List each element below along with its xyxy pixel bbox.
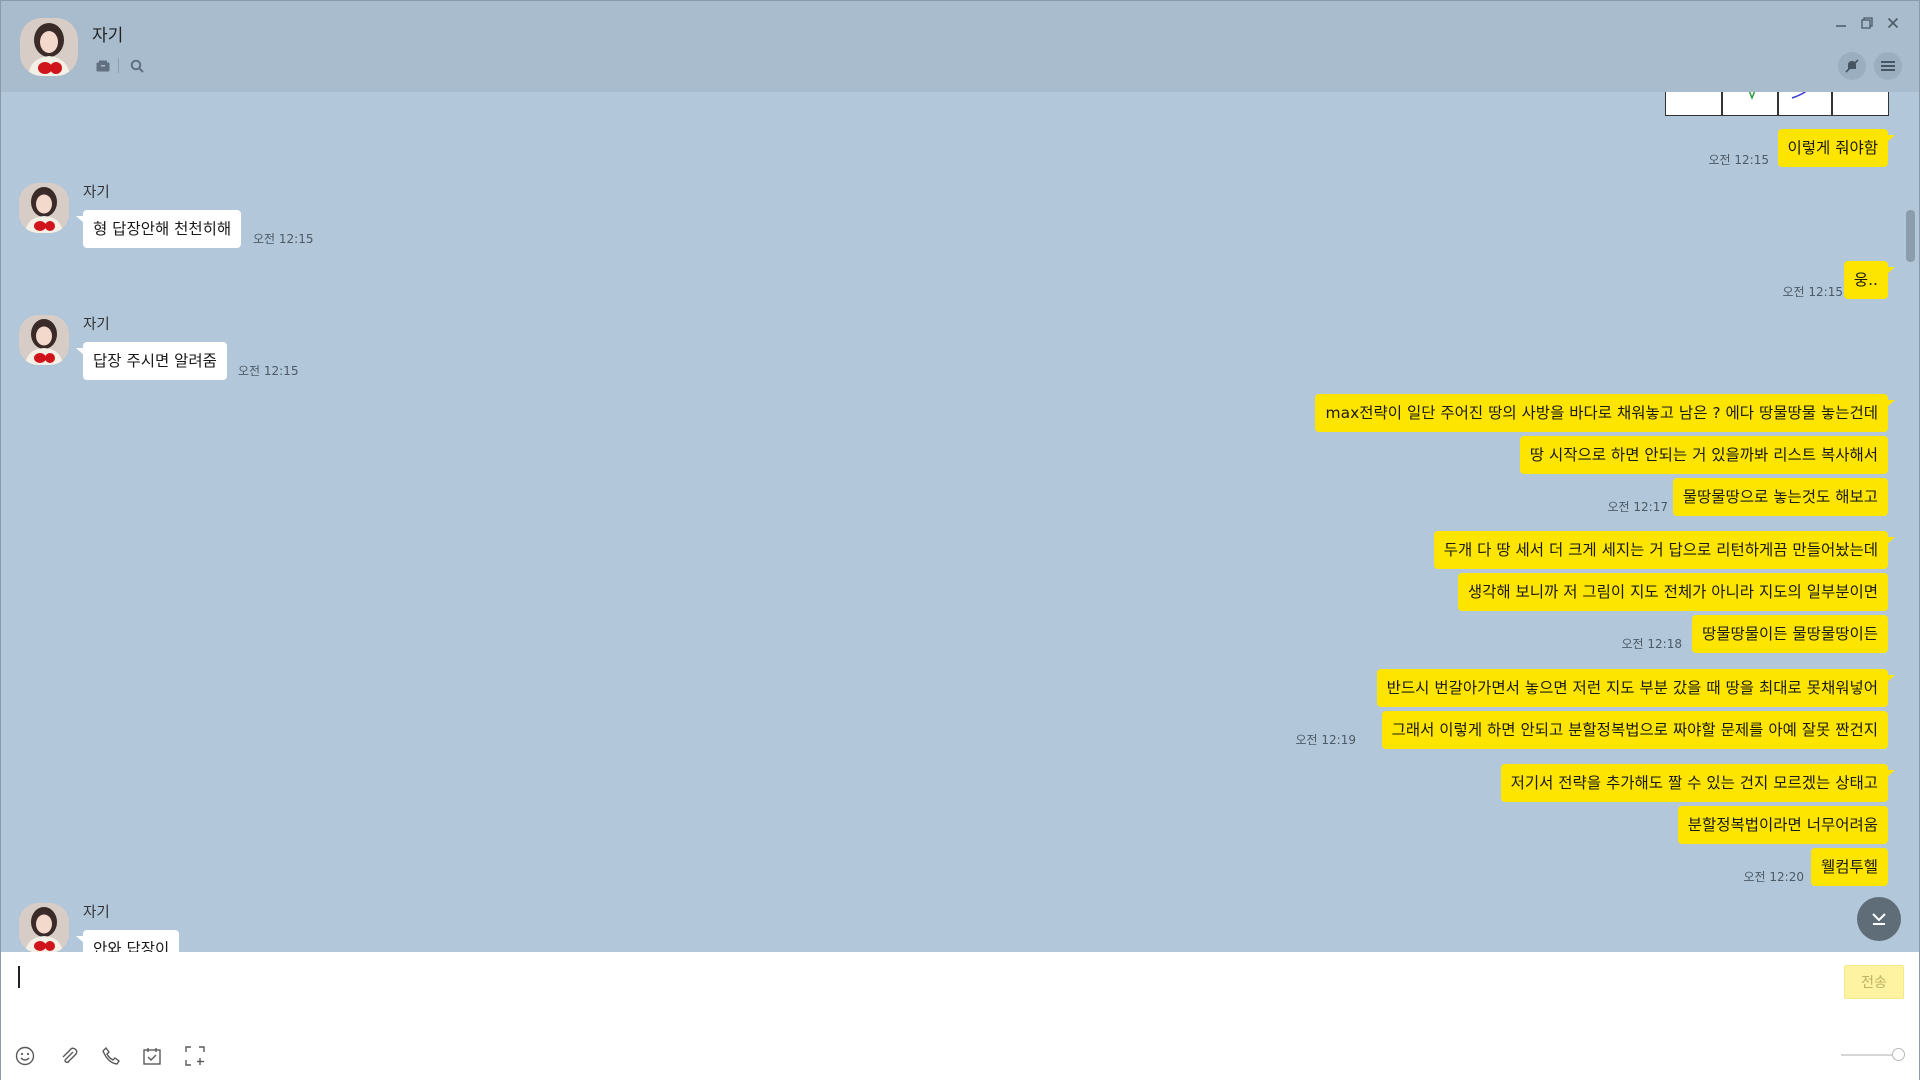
chat-header: 자기 <box>1 1 1919 92</box>
restore-icon[interactable] <box>1857 13 1877 33</box>
my-message[interactable]: 반드시 번갈아가면서 놓으면 저런 지도 부분 갔을 때 땅을 최대로 못채워넣… <box>1376 669 1896 707</box>
sender-name: 자기 <box>83 317 110 333</box>
menu-icon[interactable] <box>1874 52 1902 80</box>
sender-avatar[interactable] <box>19 183 69 233</box>
close-icon[interactable] <box>1883 13 1903 33</box>
screen-capture-icon[interactable] <box>183 1044 207 1068</box>
my-message[interactable]: 그래서 이렇게 하면 안되고 분할정복법으로 짜야할 문제를 아예 잘못 짠건지 <box>1381 711 1888 749</box>
emoticon-icon[interactable] <box>13 1044 37 1068</box>
their-message[interactable]: 안와 답장이 <box>75 930 180 952</box>
text-cursor <box>18 966 20 988</box>
my-message[interactable]: 땅 시작으로 하면 안되는 거 있을까봐 리스트 복사해서 <box>1519 436 1888 474</box>
my-message[interactable]: 두개 다 땅 세서 더 크게 세지는 거 답으로 리턴하게끔 만들어놨는데 <box>1433 531 1896 569</box>
message-time: 오전 12:19 <box>1295 733 1356 747</box>
their-message[interactable]: 형 답장안해 천천히해 <box>75 210 242 248</box>
message-time: 오전 12:18 <box>1621 637 1682 651</box>
chat-title: 자기 <box>92 26 124 46</box>
sender-name: 자기 <box>83 185 110 201</box>
my-message[interactable]: 웰컴투헬 <box>1810 848 1888 886</box>
header-divider <box>118 58 119 73</box>
message-time: 오전 12:15 <box>1708 153 1769 167</box>
message-input-area[interactable]: 전송 <box>1 952 1919 1080</box>
message-time: 오전 12:15 <box>253 232 314 246</box>
my-message[interactable]: max전략이 일단 주어진 땅의 사방을 바다로 채워놓고 남은 ? 에다 땅물… <box>1315 394 1895 432</box>
my-message[interactable]: 저기서 전략을 추가해도 짤 수 있는 건지 모르겠는 상태고 <box>1500 764 1896 802</box>
message-time: 오전 12:15 <box>238 364 299 378</box>
slider-knob[interactable] <box>1892 1048 1905 1061</box>
send-button[interactable]: 전송 <box>1844 965 1904 999</box>
calendar-check-icon[interactable] <box>140 1044 164 1068</box>
phone-icon[interactable] <box>99 1044 123 1068</box>
sender-avatar[interactable] <box>19 315 69 365</box>
message-time: 오전 12:15 <box>1782 285 1843 299</box>
my-message[interactable]: 물땅물땅으로 놓는것도 해보고 <box>1672 478 1888 516</box>
profile-avatar[interactable] <box>20 18 78 76</box>
chat-window: 자기 이렇게 줘야함 오전 12:15 자기 형 답장안해 천천히해 오전 12… <box>0 0 1920 1080</box>
attach-file-icon[interactable] <box>57 1044 81 1068</box>
my-message[interactable]: 이렇게 줘야함 <box>1777 129 1895 167</box>
message-time: 오전 12:17 <box>1607 500 1668 514</box>
notification-off-icon[interactable] <box>1838 52 1866 80</box>
scrollbar-thumb[interactable] <box>1906 210 1915 262</box>
my-message[interactable]: 생각해 보니까 저 그림이 지도 전체가 아니라 지도의 일부분이면 <box>1457 573 1888 611</box>
their-message[interactable]: 답장 주시면 알려줌 <box>76 342 227 380</box>
message-list[interactable]: 이렇게 줘야함 오전 12:15 자기 형 답장안해 천천히해 오전 12:15… <box>1 92 1919 952</box>
minimize-icon[interactable] <box>1831 13 1851 33</box>
my-message[interactable]: 웅.. <box>1843 261 1896 299</box>
drawer-icon[interactable] <box>94 57 112 75</box>
my-message[interactable]: 분할정복법이라면 너무어려움 <box>1677 806 1888 844</box>
search-icon[interactable] <box>128 57 146 75</box>
scroll-to-bottom-button[interactable] <box>1857 897 1901 941</box>
sender-name: 자기 <box>83 905 110 921</box>
message-time: 오전 12:20 <box>1743 870 1804 884</box>
image-message[interactable] <box>1665 92 1889 116</box>
sender-avatar[interactable] <box>19 903 69 952</box>
my-message[interactable]: 땅물땅물이든 물땅물땅이든 <box>1691 615 1888 653</box>
